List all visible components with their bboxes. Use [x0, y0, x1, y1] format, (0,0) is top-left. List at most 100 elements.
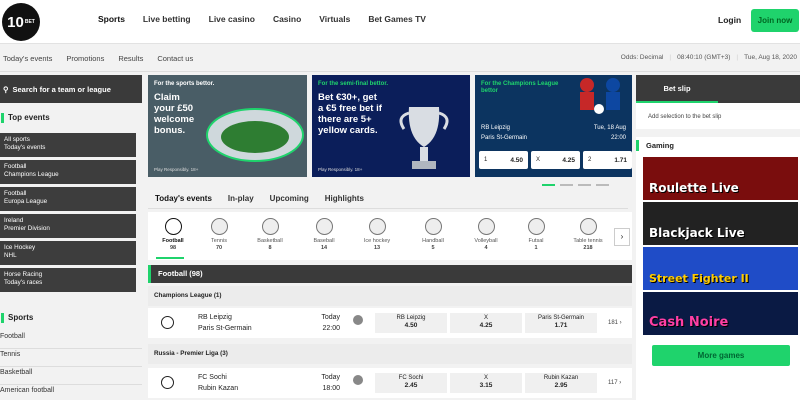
subnav-promotions[interactable]: Promotions: [66, 54, 104, 63]
sport-item[interactable]: American football: [0, 385, 142, 400]
football-icon: [161, 376, 174, 389]
top-event-item[interactable]: Ice Hockey NHL: [0, 241, 136, 265]
sport-filter-futsal[interactable]: Futsal 1: [511, 218, 561, 251]
game-tile-roulette-live[interactable]: Roulette Live: [643, 157, 798, 200]
tab-bet-slip[interactable]: Bet slip: [636, 75, 718, 103]
top-event-item[interactable]: Horse Racing Today's races: [0, 268, 136, 292]
login-link[interactable]: Login: [718, 15, 741, 25]
top-event-item[interactable]: Football Champions League: [0, 160, 136, 184]
banner-headline: Claim your £50 welcome bonus.: [154, 92, 195, 136]
banner-match-date: Tue, 18 Aug 22:00: [593, 125, 626, 141]
odds-button-away[interactable]: 2 1.71: [583, 151, 632, 169]
carousel-dots: [542, 184, 609, 186]
sport-filter-football[interactable]: Football 98: [148, 218, 198, 251]
sport-item[interactable]: Basketball: [0, 367, 142, 385]
odds-button-draw[interactable]: X 3.15: [450, 373, 522, 393]
baseball-icon: [315, 218, 333, 235]
odds-button-home[interactable]: 1 4.50: [479, 151, 528, 169]
tab-upcoming[interactable]: Upcoming: [270, 194, 309, 203]
clock-timezone[interactable]: 08:40:10 (GMT+3): [677, 54, 730, 61]
football-section-header[interactable]: Football (98): [148, 265, 632, 283]
tab-todays-events[interactable]: Today's events: [155, 194, 212, 203]
top-events-list: All sports Today's events Football Champio…: [0, 133, 136, 295]
match-time: Today 22:00: [321, 314, 340, 332]
carousel-dot[interactable]: [542, 184, 555, 186]
odds-button-away[interactable]: Rubin Kazan 2.95: [525, 373, 597, 393]
sub-nav: Today's events Promotions Results Contac…: [3, 54, 193, 63]
carousel-dot[interactable]: [560, 184, 573, 186]
more-markets-link[interactable]: 117 ›: [608, 380, 621, 386]
sport-item[interactable]: Football: [0, 331, 142, 349]
tab-highlights[interactable]: Highlights: [325, 194, 364, 203]
top-event-item[interactable]: Football Europa League: [0, 187, 136, 211]
odds-button-draw[interactable]: X 4.25: [531, 151, 580, 169]
game-tile-blackjack-live[interactable]: Blackjack Live: [643, 202, 798, 245]
football-icon: [161, 316, 174, 329]
brand-logo[interactable]: 10 BET: [2, 3, 40, 41]
sport-filter-basketball[interactable]: Basketball 8: [245, 218, 295, 251]
odds-button-home[interactable]: RB Leipzig 4.50: [375, 313, 447, 333]
league-header[interactable]: Champions League (1): [148, 286, 632, 306]
more-markets-link[interactable]: 181 ›: [608, 320, 622, 326]
sport-filter-table-tennis[interactable]: Table tennis 218: [563, 218, 613, 251]
divider: [148, 208, 628, 209]
subnav-contact-us[interactable]: Contact us: [157, 54, 193, 63]
join-now-button[interactable]: Join now: [751, 9, 799, 32]
promo-banner-champions-league[interactable]: For the Champions League bettor RB Leipz…: [475, 75, 632, 177]
more-games-button[interactable]: More games: [652, 345, 790, 366]
ice-hockey-icon: [368, 218, 386, 235]
table-tennis-icon: [579, 218, 597, 235]
top-bar: 10 BET Sports Live betting Live casino Ca…: [0, 0, 800, 44]
sport-filter-baseball[interactable]: Baseball 14: [299, 218, 349, 251]
nav-betgames-tv[interactable]: Bet Games TV: [368, 14, 426, 24]
banner-match-teams: RB Leipzig Paris St-Germain: [481, 125, 528, 141]
football-icon: [164, 218, 182, 235]
current-date: Tue, Aug 18, 2020: [744, 54, 797, 61]
match-teams[interactable]: RB Leipzig Paris St-Germain: [198, 313, 252, 334]
volleyball-icon: [477, 218, 495, 235]
match-row[interactable]: FC Sochi Rubin Kazan Today 18:00 FC Sochi 2…: [148, 368, 632, 398]
odds-button-draw[interactable]: X 4.25: [450, 313, 522, 333]
odds-button-away[interactable]: Paris St-Germain 1.71: [525, 313, 597, 333]
match-row[interactable]: RB Leipzig Paris St-Germain Today 22:00 RB…: [148, 308, 632, 338]
search-icon: ⚲: [3, 84, 9, 94]
promo-banner-semi-final[interactable]: For the semi-final bettor. Bet €30+, get…: [312, 75, 470, 177]
carousel-dot[interactable]: [596, 184, 609, 186]
game-tile-street-fighter[interactable]: Street Fighter II: [643, 247, 798, 290]
futsal-icon: [527, 218, 545, 235]
banner-headline: Bet €30+, get a €5 free bet if there are 5…: [318, 92, 382, 136]
gaming-title: Gaming: [636, 137, 800, 155]
match-teams[interactable]: FC Sochi Rubin Kazan: [198, 373, 238, 394]
nav-live-casino[interactable]: Live casino: [209, 14, 255, 24]
match-time: Today 18:00: [321, 374, 340, 392]
sport-filter-handball[interactable]: Handball 5: [408, 218, 458, 251]
subnav-todays-events[interactable]: Today's events: [3, 54, 52, 63]
sport-item[interactable]: Tennis: [0, 349, 142, 367]
active-sport-indicator: [156, 257, 184, 259]
nav-live-betting[interactable]: Live betting: [143, 14, 191, 24]
subnav-results[interactable]: Results: [118, 54, 143, 63]
carousel-dot[interactable]: [578, 184, 591, 186]
main-nav: Sports Live betting Live casino Casino V…: [98, 14, 426, 24]
nav-casino[interactable]: Casino: [273, 14, 301, 24]
tab-in-play[interactable]: In-play: [228, 194, 254, 203]
odds-button-home[interactable]: FC Sochi 2.45: [375, 373, 447, 393]
chevron-right-icon[interactable]: ›: [614, 228, 630, 246]
sport-filter-tennis[interactable]: Tennis 70: [194, 218, 244, 251]
sport-filter-volleyball[interactable]: Volleyball 4: [461, 218, 511, 251]
sport-filter-strip: Football 98 Tennis 70 Basketball 8 Baseball…: [148, 212, 632, 260]
promo-banner-welcome[interactable]: For the sports bettor. Claim your £50 welc…: [148, 75, 307, 177]
game-tile-cash-noire[interactable]: Cash Noire: [643, 292, 798, 335]
top-event-item[interactable]: All sports Today's events: [0, 133, 136, 157]
sub-bar: Today's events Promotions Results Contac…: [0, 44, 800, 72]
nav-virtuals[interactable]: Virtuals: [319, 14, 350, 24]
sport-filter-ice-hockey[interactable]: Ice hockey 13: [352, 218, 402, 251]
search-bar[interactable]: ⚲ Search for a team or league: [0, 75, 142, 103]
stats-icon[interactable]: [353, 315, 363, 325]
nav-sports[interactable]: Sports: [98, 14, 125, 24]
league-header[interactable]: Russia - Premier Liga (3): [148, 344, 632, 364]
odds-format-select[interactable]: Odds: Decimal: [621, 54, 664, 61]
top-event-item[interactable]: Ireland Premier Division: [0, 214, 136, 238]
search-input[interactable]: Search for a team or league: [13, 85, 111, 94]
stats-icon[interactable]: [353, 375, 363, 385]
